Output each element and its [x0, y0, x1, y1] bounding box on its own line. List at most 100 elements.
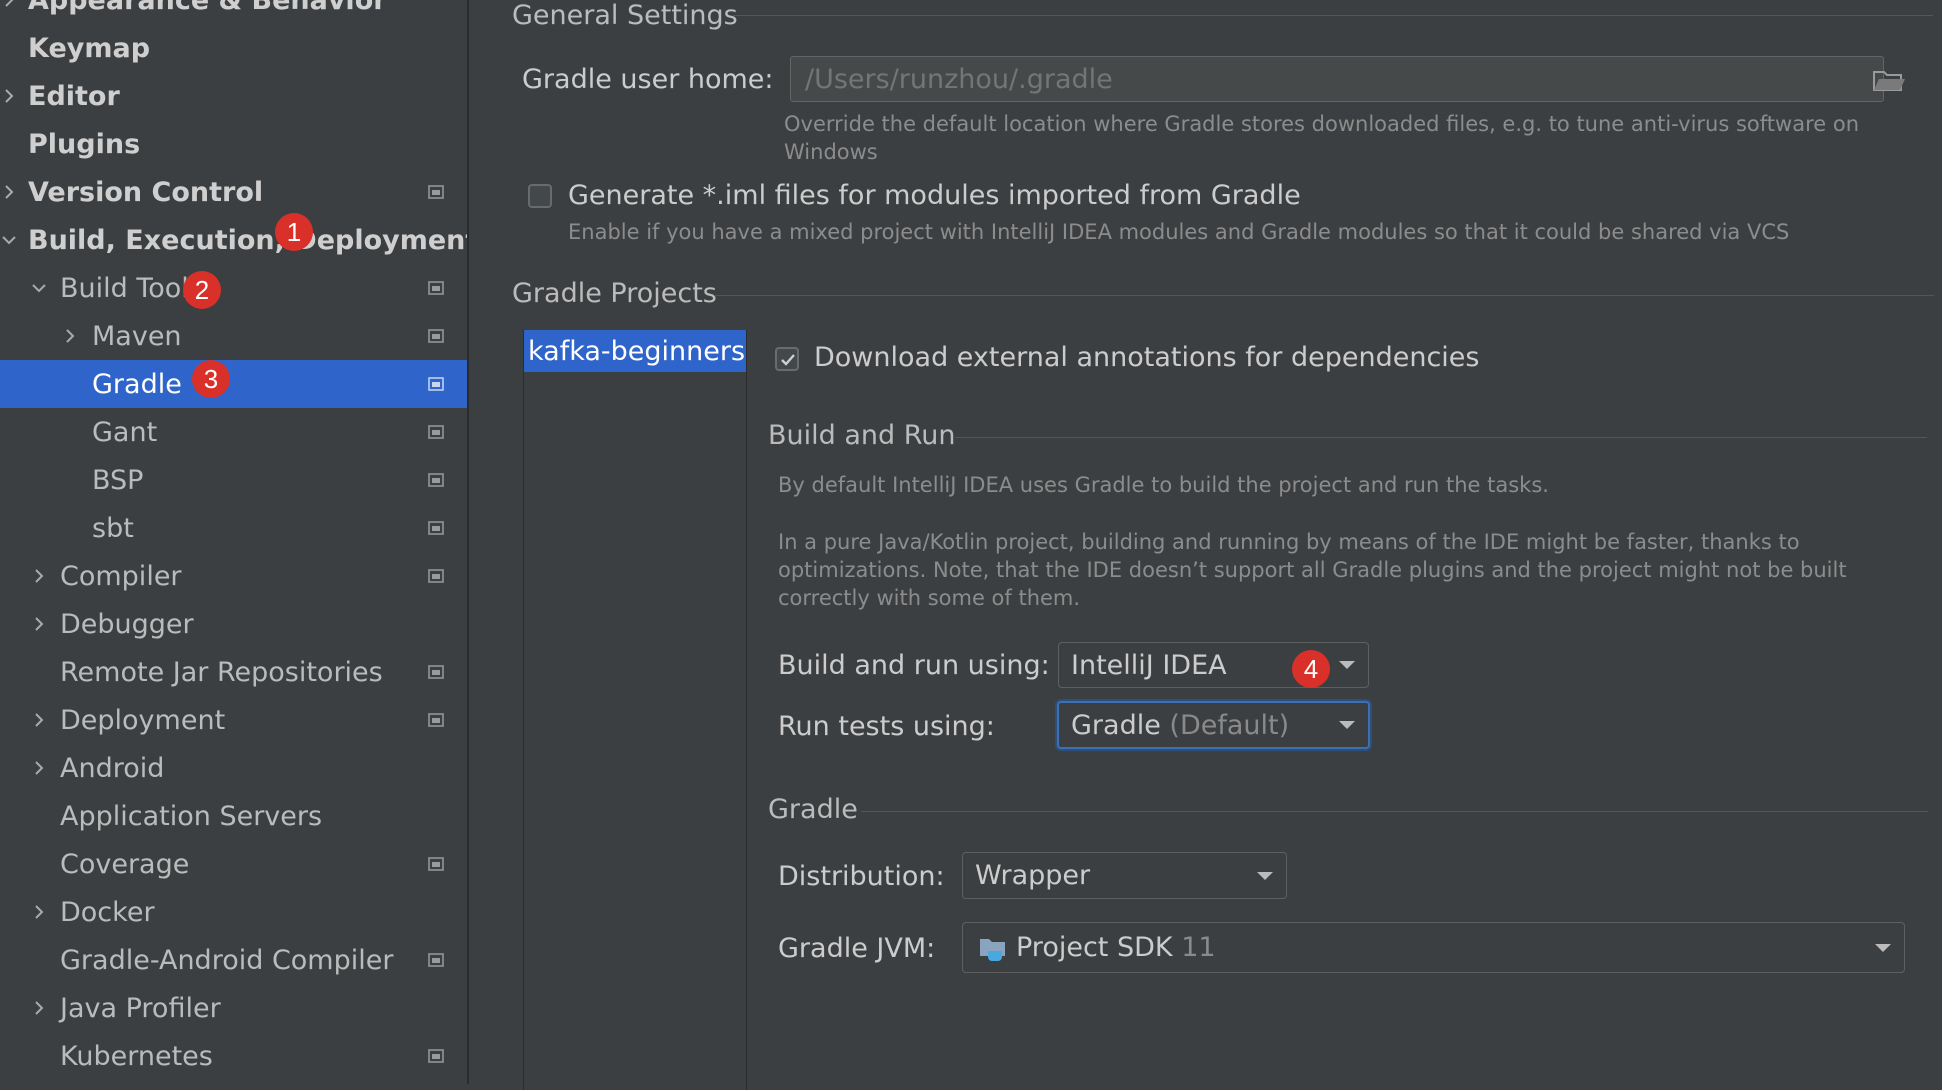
project-level-icon — [428, 377, 444, 391]
tree-item-label: Version Control — [28, 176, 264, 208]
section-divider — [733, 15, 1933, 16]
project-level-icon — [428, 473, 444, 487]
gradle-projects-list: kafka-beginners- — [523, 330, 747, 1090]
tree-item-gradle-android-compiler[interactable]: Gradle-Android Compiler — [0, 936, 467, 984]
run-tests-using-label: Run tests using: — [778, 711, 995, 742]
tree-item-build-execution-deployment[interactable]: Build, Execution, Deployment — [0, 216, 467, 264]
tree-item-label: Editor — [28, 80, 120, 112]
gradle-settings-panel: General Settings Gradle user home: Overr… — [469, 0, 1942, 1090]
section-title-gradle: Gradle — [768, 794, 858, 825]
tree-item-deployment[interactable]: Deployment — [0, 696, 467, 744]
dropdown-value: IntelliJ IDEA — [1071, 649, 1227, 681]
tree-item-compiler[interactable]: Compiler — [0, 552, 467, 600]
sdk-folder-icon — [979, 935, 1009, 963]
project-level-icon — [428, 569, 444, 583]
gradle-user-home-hint: Override the default location where Grad… — [784, 110, 1934, 166]
download-annotations-checkbox[interactable] — [775, 347, 799, 371]
tree-item-label: Debugger — [60, 608, 194, 640]
folder-browse-icon[interactable] — [1872, 67, 1906, 93]
generate-iml-label: Generate *.iml files for modules importe… — [568, 180, 1301, 211]
project-level-icon — [428, 665, 444, 679]
tree-item-label: Application Servers — [60, 800, 323, 832]
chevron-right-icon[interactable] — [30, 696, 48, 744]
dropdown-value: Wrapper — [975, 860, 1091, 891]
chevron-down-icon[interactable] — [0, 216, 18, 264]
dropdown-value-suffix: (Default) — [1169, 709, 1290, 741]
chevron-down-icon[interactable] — [30, 264, 48, 312]
tree-item-label: sbt — [92, 512, 134, 544]
build-run-note: In a pure Java/Kotlin project, building … — [778, 528, 1928, 612]
tree-item-label: Build, Execution, Deployment — [28, 224, 469, 256]
chevron-right-icon[interactable] — [30, 600, 48, 648]
chevron-right-icon[interactable] — [30, 984, 48, 1032]
tree-item-java-profiler[interactable]: Java Profiler — [0, 984, 467, 1032]
gradle-jvm-dropdown[interactable]: Project SDK 11 — [962, 922, 1905, 973]
tree-item-docker[interactable]: Docker — [0, 888, 467, 936]
tree-item-appearance-behavior[interactable]: Appearance & Behavior — [0, 0, 467, 24]
distribution-dropdown[interactable]: Wrapper — [962, 852, 1287, 899]
tree-item-gradle[interactable]: Gradle — [0, 360, 467, 408]
chevron-right-icon[interactable] — [0, 72, 18, 120]
tree-item-kubernetes[interactable]: Kubernetes — [0, 1032, 467, 1080]
hint-line: optimizations. Note, that the IDE doesn’… — [778, 558, 1847, 582]
project-list-item[interactable]: kafka-beginners- — [524, 330, 746, 372]
project-level-icon — [428, 185, 444, 199]
gradle-jvm-label: Gradle JVM: — [778, 933, 936, 964]
chevron-right-icon[interactable] — [61, 312, 79, 360]
chevron-right-icon[interactable] — [30, 552, 48, 600]
tree-item-label: Keymap — [28, 32, 151, 64]
tree-item-android[interactable]: Android — [0, 744, 467, 792]
section-divider — [955, 437, 1927, 438]
chevron-right-icon[interactable] — [30, 888, 48, 936]
tree-item-build-tools[interactable]: Build Tools — [0, 264, 467, 312]
project-level-icon — [428, 953, 444, 967]
tree-item-debugger[interactable]: Debugger — [0, 600, 467, 648]
tree-item-keymap[interactable]: Keymap — [0, 24, 467, 72]
tree-item-gant[interactable]: Gant — [0, 408, 467, 456]
chevron-right-icon[interactable] — [30, 744, 48, 792]
annotation-badge-3: 3 — [192, 360, 230, 398]
section-divider — [861, 811, 1928, 812]
tree-item-label: Deployment — [60, 704, 226, 736]
tree-item-plugins[interactable]: Plugins — [0, 120, 467, 168]
project-level-icon — [428, 713, 444, 727]
tree-item-editor[interactable]: Editor — [0, 72, 467, 120]
dropdown-arrow-icon — [1874, 943, 1892, 953]
hint-line: In a pure Java/Kotlin project, building … — [778, 530, 1800, 554]
tree-item-remote-jar-repositories[interactable]: Remote Jar Repositories — [0, 648, 467, 696]
tree-item-label: Maven — [92, 320, 182, 352]
chevron-right-icon[interactable] — [0, 0, 18, 24]
dropdown-arrow-icon — [1256, 871, 1274, 881]
tree-item-label: Gant — [92, 416, 158, 448]
section-divider — [714, 295, 1934, 296]
tree-item-label: Gradle — [92, 368, 182, 400]
tree-item-label: Build Tools — [60, 272, 203, 304]
generate-iml-checkbox[interactable] — [528, 184, 552, 208]
tree-item-label: Kubernetes — [60, 1040, 213, 1072]
distribution-label: Distribution: — [778, 861, 945, 892]
checkmark-icon — [781, 354, 795, 366]
hint-line: Override the default location where Grad… — [784, 112, 1859, 136]
run-tests-using-dropdown[interactable]: Gradle (Default) — [1057, 701, 1370, 749]
tree-item-sbt[interactable]: sbt — [0, 504, 467, 552]
dropdown-value-main: Gradle — [1071, 709, 1161, 741]
tree-item-label: Appearance & Behavior — [28, 0, 387, 16]
section-title-general-settings: General Settings — [512, 0, 738, 31]
chevron-right-icon[interactable] — [0, 168, 18, 216]
dropdown-value-main: Project SDK — [1016, 932, 1173, 963]
generate-iml-hint: Enable if you have a mixed project with … — [568, 220, 1790, 244]
tree-item-version-control[interactable]: Version Control — [0, 168, 467, 216]
settings-sidebar-tree: Appearance & Behavior Keymap Editor Plug… — [0, 0, 469, 1084]
annotation-badge-4: 4 — [1292, 650, 1330, 688]
dropdown-arrow-icon — [1338, 660, 1356, 670]
gradle-user-home-input[interactable] — [790, 56, 1884, 102]
tree-item-label: Gradle-Android Compiler — [60, 944, 394, 976]
section-title-build-and-run: Build and Run — [768, 420, 956, 451]
section-title-gradle-projects: Gradle Projects — [512, 278, 717, 309]
tree-item-bsp[interactable]: BSP — [0, 456, 467, 504]
tree-item-application-servers[interactable]: Application Servers — [0, 792, 467, 840]
tree-item-coverage[interactable]: Coverage — [0, 840, 467, 888]
tree-item-maven[interactable]: Maven — [0, 312, 467, 360]
dropdown-value: Gradle (Default) — [1071, 710, 1289, 741]
dropdown-arrow-icon — [1338, 720, 1356, 730]
